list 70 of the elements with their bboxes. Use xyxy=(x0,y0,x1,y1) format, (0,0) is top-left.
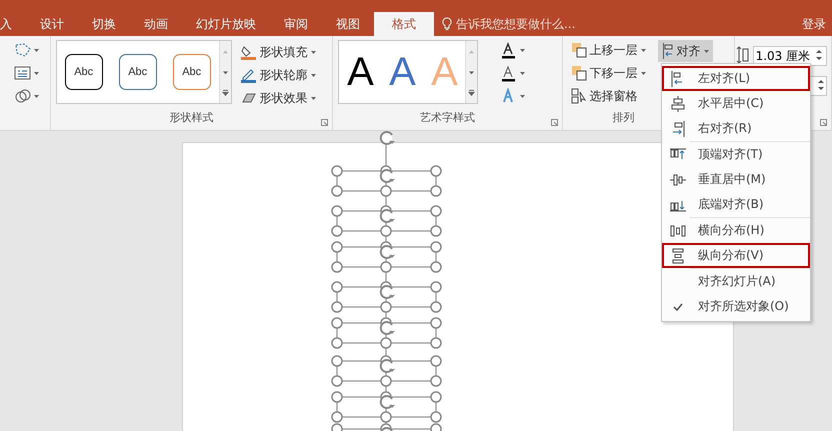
ribbon-tab[interactable]: 格式 xyxy=(374,12,434,36)
menu-item[interactable]: 底端对齐(B) xyxy=(662,192,810,217)
menu-item[interactable]: 垂直居中(M) xyxy=(662,167,810,192)
sign-in-link[interactable]: 登录 xyxy=(802,12,826,36)
caret-icon xyxy=(704,50,709,52)
shape-style-preset[interactable]: Abc xyxy=(172,54,211,90)
ribbon-tab[interactable]: 动画 xyxy=(130,12,182,36)
ribbon-command[interactable]: 形状轮廓 xyxy=(238,65,318,85)
caret-icon xyxy=(310,96,316,100)
dialog-launcher-icon[interactable] xyxy=(820,119,828,126)
caret-icon xyxy=(34,48,39,52)
menu-item[interactable]: 顶端对齐(T) xyxy=(662,142,810,167)
menu-item[interactable]: 右对齐(R) xyxy=(662,116,810,141)
text-box-icon[interactable] xyxy=(14,65,31,81)
caret-icon xyxy=(34,72,39,74)
ribbon-tab[interactable]: 视图 xyxy=(322,12,374,36)
menu-item[interactable]: 纵向分布(V) xyxy=(662,243,810,268)
send-backward-icon xyxy=(570,65,587,81)
shape-height-icon xyxy=(734,46,749,64)
dialog-launcher-icon[interactable] xyxy=(550,119,558,126)
align-center-icon xyxy=(670,96,686,112)
caret-icon xyxy=(34,94,39,98)
caret-icon xyxy=(640,72,646,74)
caret-icon xyxy=(640,48,646,52)
merge-shapes-icon[interactable] xyxy=(14,88,31,104)
ribbon-tab[interactable]: 幻灯片放映 xyxy=(182,12,270,36)
ribbon-tab[interactable]: 设计 xyxy=(26,12,78,36)
text-fill-icon[interactable] xyxy=(500,42,517,58)
align-right-icon xyxy=(670,120,686,136)
align-left-icon xyxy=(662,43,674,59)
wordart-preset[interactable]: A xyxy=(341,50,380,94)
spin-arrows-icon[interactable] xyxy=(816,77,826,93)
wordart-preset[interactable]: A xyxy=(383,50,422,94)
caret-icon xyxy=(310,50,316,54)
ribbon-command[interactable]: 上移一层 xyxy=(568,40,648,60)
pencil-icon xyxy=(240,66,257,84)
selection-pane-icon xyxy=(570,88,587,104)
group-label: 排列 xyxy=(612,110,635,126)
ribbon-command[interactable]: 选择窗格 xyxy=(568,86,648,106)
spin-arrows-icon[interactable] xyxy=(814,47,824,63)
caret-icon xyxy=(520,94,525,98)
paint-bucket-icon xyxy=(240,44,257,60)
ribbon-tab[interactable]: 审阅 xyxy=(270,12,322,36)
ribbon-command[interactable]: 形状填充 xyxy=(238,42,318,62)
text-outline-icon[interactable] xyxy=(500,64,517,82)
ribbon-command[interactable]: 形状效果 xyxy=(238,88,318,108)
group-label: 形状样式 xyxy=(169,110,214,126)
menu-item[interactable]: 左对齐(L) xyxy=(662,66,810,91)
group-label: 艺术字样式 xyxy=(420,110,475,126)
ribbon-command[interactable]: 下移一层 xyxy=(568,63,648,83)
caret-icon xyxy=(520,48,525,52)
menu-item[interactable]: 对齐所选对象(O) xyxy=(662,294,810,319)
shape-style-preset[interactable]: Abc xyxy=(118,54,157,90)
menu-item[interactable]: 水平居中(C) xyxy=(662,91,810,116)
caret-icon xyxy=(520,72,525,74)
ribbon-tab[interactable]: 入 xyxy=(0,12,26,36)
bring-forward-icon xyxy=(570,42,587,58)
shape-style-preset[interactable]: Abc xyxy=(64,54,103,90)
distribute-vertical-icon xyxy=(670,248,686,264)
ribbon-tab[interactable]: 切换 xyxy=(78,12,130,36)
caret-icon xyxy=(310,74,316,76)
distribute-horizontal-icon xyxy=(670,222,686,238)
dialog-launcher-icon[interactable] xyxy=(321,119,328,126)
edit-shape-icon[interactable] xyxy=(14,42,31,58)
tell-me-search-field[interactable]: 告诉我您想要做什么... xyxy=(456,17,636,31)
menu-item[interactable]: 对齐幻灯片(A) xyxy=(662,269,810,294)
align-middle-icon xyxy=(670,172,686,188)
align-button[interactable]: 对齐 xyxy=(658,40,713,62)
lightbulb-icon xyxy=(442,17,452,31)
menu-item[interactable]: 横向分布(H) xyxy=(662,218,810,243)
